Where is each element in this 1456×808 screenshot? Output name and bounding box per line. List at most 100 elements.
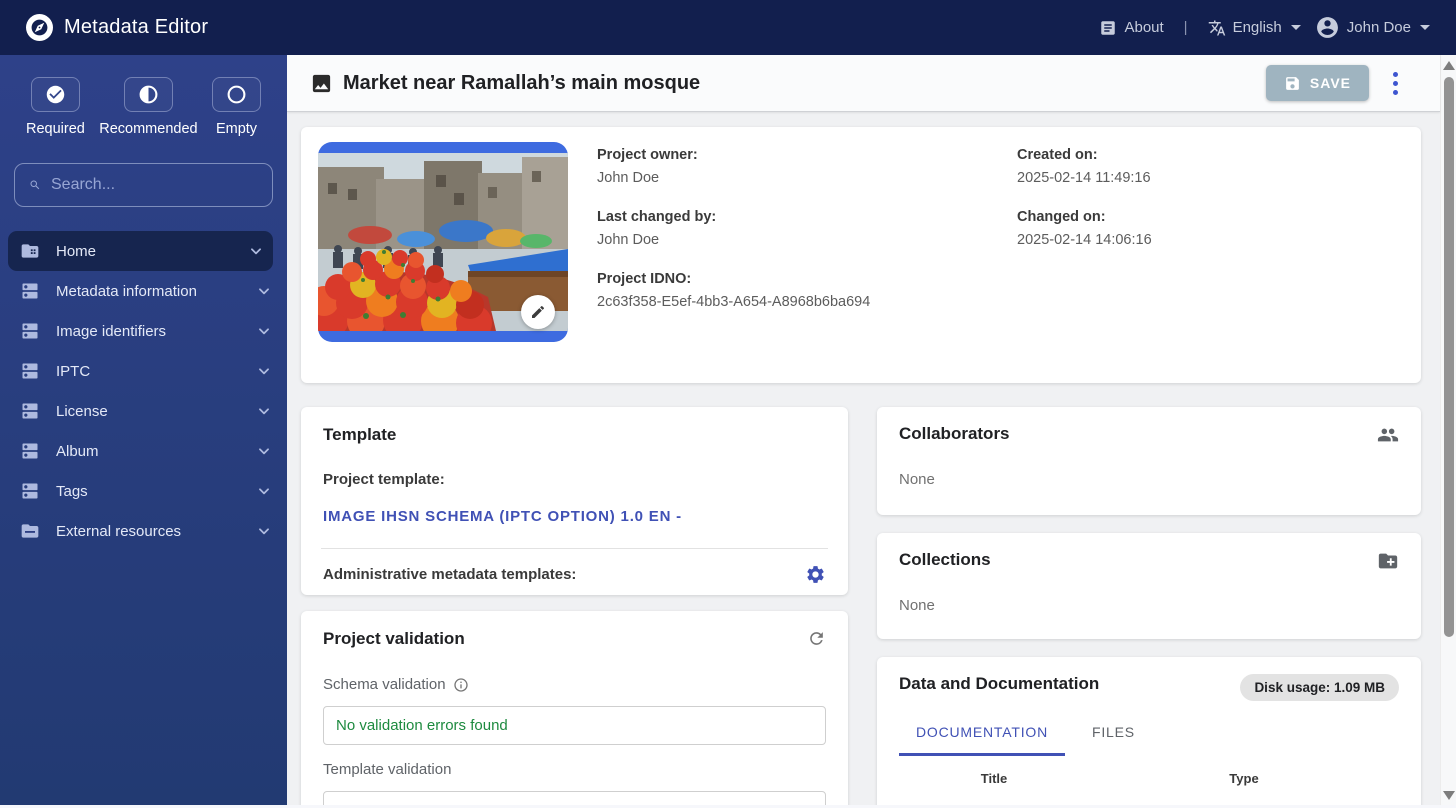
chevron-down-icon bbox=[259, 288, 269, 295]
stack-icon bbox=[22, 483, 38, 499]
tab-files[interactable]: FILES bbox=[1075, 724, 1152, 756]
chevron-down-icon bbox=[259, 368, 269, 375]
sidebar-item-label: Tags bbox=[56, 482, 88, 500]
vertical-scrollbar[interactable] bbox=[1440, 55, 1456, 808]
filter-label: Recommended bbox=[99, 121, 198, 137]
last-changed-by-field: Last changed by: John Doe bbox=[597, 209, 1017, 248]
search-input[interactable] bbox=[51, 176, 258, 194]
content-scroll-area: Project owner: John Doe Last changed by:… bbox=[287, 112, 1440, 808]
chevron-down-icon bbox=[259, 448, 269, 455]
project-thumbnail bbox=[318, 142, 568, 342]
chevron-down-icon bbox=[259, 408, 269, 415]
collaborators-value: None bbox=[899, 471, 935, 488]
half-filled-circle-icon bbox=[139, 85, 158, 104]
sidebar-item-label: Album bbox=[56, 442, 99, 460]
refresh-icon[interactable] bbox=[807, 629, 826, 648]
empty-filter-button[interactable] bbox=[211, 77, 261, 112]
sidebar: Required Recommended Empty Home Metadata… bbox=[0, 55, 287, 808]
column-header-title: Title bbox=[980, 771, 1008, 786]
project-idno-field: Project IDNO: 2c63f358-E5ef-4bb3-A654-A8… bbox=[597, 271, 1017, 310]
save-button[interactable]: SAVE bbox=[1265, 65, 1369, 101]
edit-thumbnail-button[interactable] bbox=[521, 295, 555, 329]
stack-icon bbox=[22, 323, 38, 339]
about-icon bbox=[1101, 20, 1116, 35]
sidebar-item-tags[interactable]: Tags bbox=[0, 471, 287, 511]
validation-result-text: No validation errors found bbox=[336, 717, 508, 734]
filter-label: Required bbox=[26, 121, 85, 137]
schema-validation-result-box: No validation errors found bbox=[323, 706, 826, 745]
user-menu[interactable]: John Doe bbox=[1315, 15, 1430, 40]
column-header-type: Type bbox=[1229, 771, 1259, 786]
sidebar-item-label: IPTC bbox=[56, 362, 91, 380]
chevron-down-icon bbox=[251, 248, 261, 255]
sidebar-item-image-identifiers[interactable]: Image identifiers bbox=[0, 311, 287, 351]
sidebar-item-label: Home bbox=[56, 242, 97, 260]
language-label: English bbox=[1232, 19, 1282, 36]
changed-on-field: Changed on: 2025-02-14 14:06:16 bbox=[1017, 209, 1152, 248]
field-label: Last changed by: bbox=[597, 209, 717, 225]
divider bbox=[321, 548, 828, 549]
main-area: Market near Ramallah’s main mosque SAVE bbox=[287, 55, 1456, 808]
data-tabs: DOCUMENTATION FILES bbox=[899, 724, 1399, 756]
filter-label: Empty bbox=[215, 121, 258, 137]
chevron-down-icon bbox=[259, 328, 269, 335]
pencil-icon bbox=[532, 305, 545, 318]
template-card: Template Project template: IMAGE IHSN SC… bbox=[301, 407, 848, 595]
page-title: Market near Ramallah’s main mosque bbox=[310, 72, 700, 95]
sidebar-item-license[interactable]: License bbox=[0, 391, 287, 431]
sidebar-item-label: External resources bbox=[56, 522, 182, 540]
language-menu[interactable]: English bbox=[1208, 19, 1301, 37]
collections-card: Collections None bbox=[877, 533, 1421, 639]
sidebar-item-external-resources[interactable]: External resources bbox=[0, 511, 287, 551]
chevron-down-icon bbox=[259, 488, 269, 495]
about-link[interactable]: About bbox=[1099, 19, 1164, 37]
sidebar-item-label: Image identifiers bbox=[56, 322, 167, 340]
app-logo-compass-icon bbox=[26, 14, 53, 41]
project-validation-card: Project validation Schema validation No … bbox=[301, 611, 848, 808]
collaborators-title: Collaborators bbox=[899, 424, 1010, 443]
filter-required[interactable]: Required bbox=[26, 77, 85, 137]
project-owner-field: Project owner: John Doe bbox=[597, 147, 1017, 186]
template-link[interactable]: IMAGE IHSN SCHEMA (IPTC OPTION) 1.0 EN - bbox=[323, 508, 682, 525]
template-card-title: Template bbox=[323, 425, 397, 444]
validation-card-title: Project validation bbox=[323, 629, 465, 648]
scroll-up-arrow-icon[interactable] bbox=[1443, 61, 1455, 70]
tab-documentation[interactable]: DOCUMENTATION bbox=[899, 724, 1065, 756]
sidebar-search[interactable] bbox=[14, 163, 273, 207]
filter-recommended[interactable]: Recommended bbox=[99, 77, 198, 137]
add-folder-icon[interactable] bbox=[1377, 550, 1399, 572]
admin-templates-label: Administrative metadata templates: bbox=[323, 566, 577, 583]
sidebar-item-album[interactable]: Album bbox=[0, 431, 287, 471]
recommended-filter-button[interactable] bbox=[123, 77, 173, 112]
required-filter-button[interactable] bbox=[30, 77, 80, 112]
field-label: Project owner: bbox=[597, 147, 698, 163]
sidebar-nav: Home Metadata information Image identifi… bbox=[0, 231, 287, 551]
stack-icon bbox=[22, 443, 38, 459]
documents-table-header: Title Type bbox=[899, 771, 1399, 786]
topbar: Metadata Editor About | English John Doe bbox=[0, 0, 1456, 55]
data-documentation-card: Data and Documentation Disk usage: 1.09 … bbox=[877, 657, 1421, 808]
more-options-button[interactable] bbox=[1389, 68, 1402, 99]
people-icon[interactable] bbox=[1377, 424, 1399, 446]
sidebar-item-metadata-information[interactable]: Metadata information bbox=[0, 271, 287, 311]
field-value: John Doe bbox=[597, 170, 660, 186]
app-brand: Metadata Editor bbox=[26, 14, 208, 41]
sidebar-item-home[interactable]: Home bbox=[8, 231, 273, 271]
filter-empty[interactable]: Empty bbox=[211, 77, 261, 137]
scroll-down-arrow-icon[interactable] bbox=[1443, 791, 1455, 800]
project-template-label: Project template: bbox=[323, 471, 445, 488]
user-name: John Doe bbox=[1346, 19, 1411, 36]
sidebar-item-iptc[interactable]: IPTC bbox=[0, 351, 287, 391]
scrollbar-thumb[interactable] bbox=[1443, 77, 1454, 637]
about-label: About bbox=[1124, 19, 1164, 36]
page-header: Market near Ramallah’s main mosque SAVE bbox=[287, 55, 1440, 112]
info-icon[interactable] bbox=[453, 677, 469, 693]
field-value: 2025-02-14 11:49:16 bbox=[1017, 170, 1151, 186]
schema-validation-label: Schema validation bbox=[323, 676, 826, 693]
field-label: Project IDNO: bbox=[597, 271, 692, 287]
field-value: 2025-02-14 14:06:16 bbox=[1017, 232, 1152, 248]
user-avatar-icon bbox=[1316, 17, 1338, 38]
gear-icon[interactable] bbox=[805, 564, 826, 585]
topbar-divider: | bbox=[1183, 19, 1188, 36]
sidebar-item-label: Metadata information bbox=[56, 282, 197, 300]
